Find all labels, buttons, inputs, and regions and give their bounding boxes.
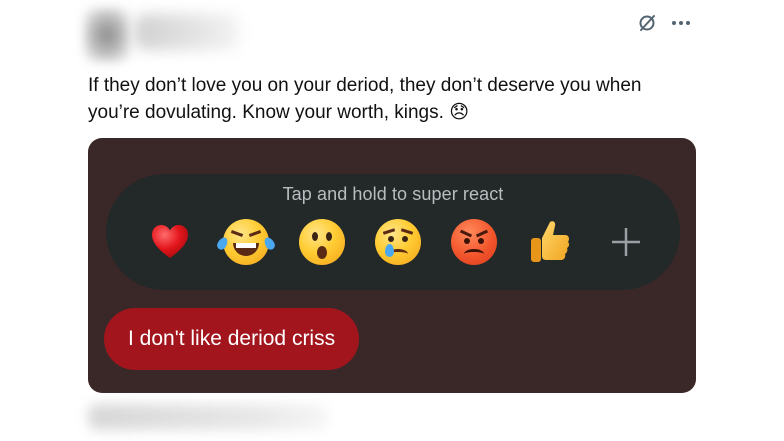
heart-icon[interactable] [146, 218, 194, 266]
post-text: If they don’t love you on your deriod, t… [88, 72, 698, 126]
message-bubble: I don't like deriod criss [104, 308, 360, 370]
author-name[interactable] [134, 14, 240, 50]
post-media-image[interactable]: Tap and hold to super react I don't like… [88, 138, 696, 393]
plus-icon[interactable] [602, 218, 650, 266]
angry-face-icon[interactable] [450, 218, 498, 266]
thumbs-up-icon[interactable] [526, 218, 574, 266]
surprised-face-icon[interactable] [298, 218, 346, 266]
reaction-picker-title: Tap and hold to super react [282, 184, 504, 204]
post-text-body: If they don’t love you on your deriod, t… [88, 75, 642, 123]
disappointed-face-icon: 😞 [449, 101, 470, 123]
post-header-actions [636, 12, 692, 34]
grok-slash-icon[interactable] [636, 12, 658, 34]
crying-face-icon[interactable] [374, 218, 422, 266]
reaction-picker: Tap and hold to super react [106, 174, 680, 290]
reaction-row [146, 218, 650, 266]
laughing-tears-icon[interactable] [215, 218, 277, 266]
more-icon[interactable] [670, 12, 692, 34]
author-avatar[interactable] [84, 8, 130, 62]
message-text: I don't like deriod criss [128, 327, 336, 350]
post-footer-blurred [88, 404, 328, 430]
